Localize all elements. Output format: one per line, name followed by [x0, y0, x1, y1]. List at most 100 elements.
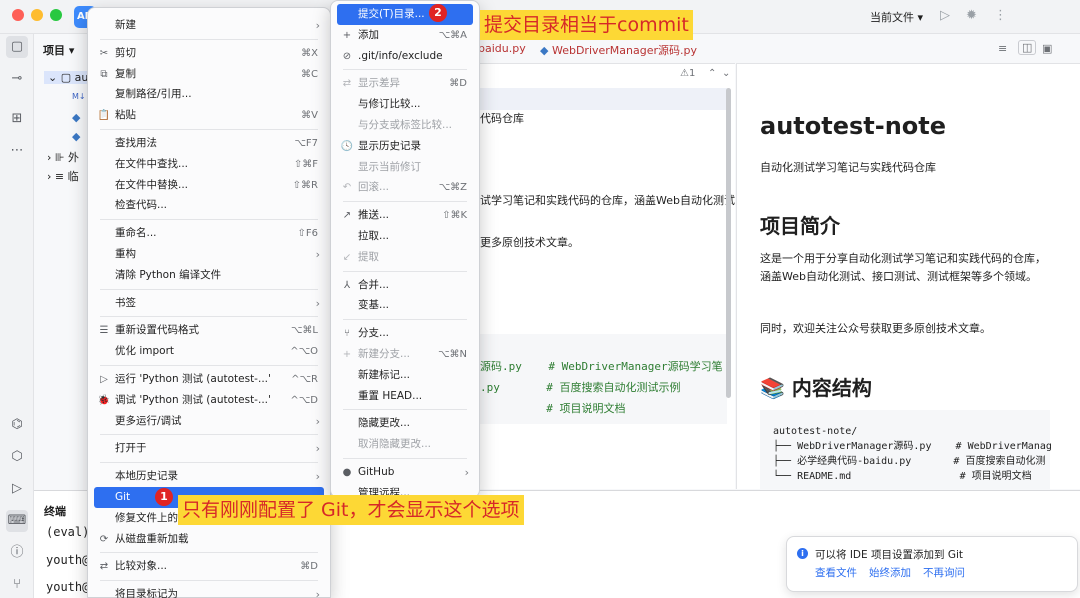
tab-baidu[interactable]: baidu.py: [478, 42, 526, 55]
menu-item-label: 重置 HEAD...: [358, 389, 423, 402]
menu-item-label: 打开于: [115, 442, 147, 455]
context-menu-item[interactable]: ⟳ 从磁盘重新加载: [94, 529, 324, 550]
git-menu-item[interactable]: 拉取...: [337, 226, 473, 247]
git-menu-item[interactable]: 与修订比较...: [337, 94, 473, 115]
git-menu-item[interactable]: 提交(T)目录...: [337, 4, 473, 25]
close-window-button[interactable]: [12, 9, 24, 21]
list-view-icon[interactable]: ≡: [998, 42, 1007, 55]
python-file-icon[interactable]: ◆: [72, 111, 80, 124]
context-menu-item[interactable]: 📋 粘贴 ⌘V: [94, 105, 324, 126]
context-menu-item[interactable]: 打开于 ›: [94, 438, 324, 459]
inspection-warning[interactable]: ⚠1: [680, 68, 695, 79]
context-menu-item[interactable]: 在文件中查找... ⇧⌘F: [94, 154, 324, 175]
git-menu-item[interactable]: 与分支或标签比较...: [337, 115, 473, 136]
python-console-icon[interactable]: ⌬: [6, 414, 28, 436]
view-files-link[interactable]: 查看文件: [815, 565, 857, 580]
context-menu-item[interactable]: 书签 ›: [94, 293, 324, 314]
terminal-line: (eval): [46, 525, 90, 539]
menu-item-icon: ⅄: [343, 279, 351, 291]
git-menu-item[interactable]: + 新建分支... ⌥⌘N: [337, 344, 473, 365]
context-menu-item[interactable]: 在文件中替换... ⇧⌘R: [94, 175, 324, 196]
tab-terminal[interactable]: 终端: [44, 503, 66, 519]
zoom-window-button[interactable]: [50, 9, 62, 21]
minimize-window-button[interactable]: [31, 9, 43, 21]
git-menu-item[interactable]: ↶ 回滚... ⌥⌘Z: [337, 177, 473, 198]
editor-scrollbar[interactable]: [726, 88, 731, 398]
context-menu-item[interactable]: 将目录标记为 ›: [94, 584, 324, 598]
git-menu-item[interactable]: ↙ 提取: [337, 247, 473, 268]
context-menu-item[interactable]: 重构 ›: [94, 244, 324, 265]
context-menu-item[interactable]: 🐞 调试 'Python 测试 (autotest-...' ^⌥D: [94, 390, 324, 411]
context-menu-item[interactable]: 新建 ›: [94, 15, 324, 36]
git-menu-item[interactable]: 显示当前修订: [337, 157, 473, 178]
git-menu-item[interactable]: ● GitHub ›: [337, 462, 473, 483]
next-highlight-icon[interactable]: ⌄: [722, 68, 730, 79]
git-tool-icon[interactable]: ⑂: [6, 574, 28, 596]
editor-line-desc: 试学习笔记和实践代码的仓库，涵盖Web自动化测试: [480, 194, 735, 207]
preview-paragraph-2: 同时，欢迎关注公众号获取更多原创技术文章。: [760, 322, 991, 335]
menu-item-label: 提交(T)目录...: [358, 8, 425, 20]
prev-highlight-icon[interactable]: ⌃: [708, 68, 716, 79]
run-config-selector[interactable]: 当前文件 ▾: [870, 9, 923, 25]
tree-item-external[interactable]: › ⊪ 外: [47, 149, 79, 165]
git-menu-item[interactable]: 取消隐藏更改...: [337, 434, 473, 455]
run-icon[interactable]: ▷: [940, 8, 950, 23]
git-menu-item[interactable]: 🕓 显示历史记录: [337, 136, 473, 157]
editor-code-line-3: # 项目说明文档: [480, 402, 626, 415]
context-menu-item[interactable]: 重命名... ⇧F6: [94, 223, 324, 244]
tree-item-scratches[interactable]: › ≡ 临: [47, 168, 79, 184]
git-menu-item[interactable]: ⑂ 分支...: [337, 323, 473, 344]
tree-item-root[interactable]: ⌄ ▢ au: [44, 71, 90, 84]
context-menu-item[interactable]: ☰ 重新设置代码格式 ⌥⌘L: [94, 320, 324, 341]
preview-code-line: ├── WebDriverManager源码.py # WebDriverMan…: [773, 441, 1052, 452]
run-tool-icon[interactable]: ▷: [6, 478, 28, 500]
git-menu-item[interactable]: 隐藏更改...: [337, 413, 473, 434]
python-file-icon[interactable]: ◆: [72, 130, 80, 143]
git-menu-item[interactable]: + 添加 ⌥⌘A: [337, 25, 473, 46]
context-menu-item[interactable]: 检查代码...: [94, 195, 324, 216]
tab-webdrivermanager[interactable]: ◆ WebDriverManager源码.py: [540, 42, 697, 58]
debug-icon[interactable]: ✹: [966, 8, 977, 23]
markdown-file-icon[interactable]: M↓: [72, 92, 86, 101]
menu-item-shortcut: ⌘X: [301, 47, 318, 59]
dont-ask-link[interactable]: 不再询问: [923, 565, 965, 580]
more-actions-icon[interactable]: ⋮: [994, 8, 1007, 23]
context-menu-item[interactable]: 复制路径/引用...: [94, 84, 324, 105]
context-menu-item[interactable]: 更多运行/调试 ›: [94, 411, 324, 432]
project-panel: 项目 ▾ ⌄ ▢ au M↓ ◆ ◆ › ⊪ 外 › ≡ 临: [34, 34, 90, 489]
context-menu-item[interactable]: ▷ 运行 'Python 测试 (autotest-...' ^⌥R: [94, 369, 324, 390]
menu-separator: [100, 434, 318, 436]
menu-item-label: 复制: [115, 67, 136, 80]
menu-item-icon: 📋: [97, 110, 111, 122]
context-menu-item[interactable]: 清除 Python 编译文件: [94, 265, 324, 286]
git-menu-item[interactable]: 变基...: [337, 295, 473, 316]
commit-tool-icon[interactable]: ⊸: [6, 68, 28, 90]
context-menu-item[interactable]: ⇄ 比较对象... ⌘D: [94, 556, 324, 577]
terminal-tool-icon[interactable]: ⌨: [6, 510, 28, 532]
preview-view-icon[interactable]: ▣: [1042, 42, 1052, 55]
git-menu-item[interactable]: ⅄ 合并...: [337, 275, 473, 296]
problems-icon[interactable]: ⓘ: [6, 542, 28, 564]
menu-item-label: 显示历史记录: [358, 139, 421, 152]
menu-item-label: 添加: [358, 28, 379, 41]
context-menu-item[interactable]: 本地历史记录 ›: [94, 466, 324, 487]
services-icon[interactable]: ⬡: [6, 446, 28, 468]
project-panel-title[interactable]: 项目 ▾: [43, 42, 74, 58]
structure-tool-icon[interactable]: ⊞: [6, 108, 28, 130]
menu-separator: [100, 552, 318, 554]
always-add-link[interactable]: 始终添加: [869, 565, 911, 580]
git-menu-item[interactable]: ↗ 推送... ⇧⌘K: [337, 205, 473, 226]
context-menu-item[interactable]: 优化 import ^⌥O: [94, 341, 324, 362]
git-menu-item[interactable]: ⇄ 显示差异 ⌘D: [337, 73, 473, 94]
git-menu-item[interactable]: 重置 HEAD...: [337, 386, 473, 407]
context-menu-item[interactable]: ⧉ 复制 ⌘C: [94, 64, 324, 85]
context-menu-item[interactable]: 查找用法 ⌥F7: [94, 133, 324, 154]
more-tools-icon[interactable]: ⋯: [6, 140, 28, 162]
project-tool-icon[interactable]: ▢: [6, 36, 28, 58]
git-menu-item[interactable]: 新建标记...: [337, 365, 473, 386]
git-menu-item[interactable]: ⊘ .git/info/exclude: [337, 46, 473, 67]
preview-heading: autotest-note: [760, 112, 947, 140]
preview-code-line: ├── 必学经典代码-baidu.py # 百度搜索自动化测: [773, 456, 1046, 467]
context-menu-item[interactable]: ✂ 剪切 ⌘X: [94, 43, 324, 64]
split-view-icon[interactable]: ◫: [1018, 40, 1037, 55]
